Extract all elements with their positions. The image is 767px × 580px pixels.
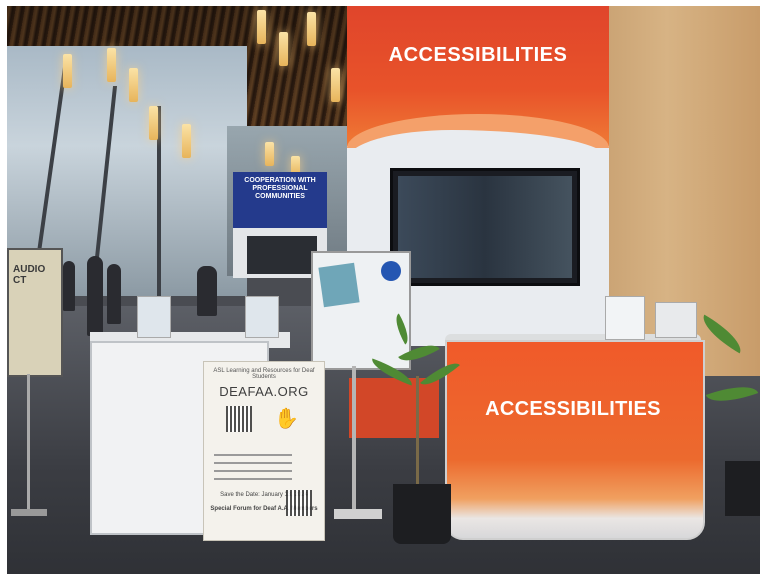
standee-pole <box>27 374 30 514</box>
person-silhouette <box>107 264 121 324</box>
tv-screen <box>398 176 572 278</box>
poster-text-line <box>214 454 292 456</box>
easel-base <box>334 509 382 519</box>
pendant-lamp <box>257 10 266 44</box>
cooperation-sign: COOPERATION WITH PROFESSIONAL COMMUNITIE… <box>233 172 327 228</box>
plant-pot <box>393 484 451 544</box>
poster-header: ASL Learning and Resources for Deaf Stud… <box>213 368 315 380</box>
easel-pole <box>352 366 356 516</box>
pendant-lamp <box>307 12 316 46</box>
easel-poster <box>311 251 411 370</box>
standee-base <box>11 509 47 516</box>
pendant-lamp <box>265 142 274 166</box>
pendant-lamp <box>182 124 191 158</box>
poster-text-line <box>214 478 292 480</box>
cooperation-tv <box>247 236 317 274</box>
left-standee-sign: AUDIO CT <box>7 248 63 377</box>
pendant-lamp <box>129 68 138 102</box>
brochure-stand <box>137 296 171 338</box>
pendant-lamp <box>331 68 340 102</box>
person-silhouette <box>87 256 103 336</box>
qr-code-icon <box>226 406 252 432</box>
qr-code-icon <box>286 490 312 516</box>
plant-trunk <box>416 376 419 486</box>
standee-text: AUDIO CT <box>13 264 46 286</box>
pendant-lamp <box>279 32 288 66</box>
brochure-stand <box>245 296 279 338</box>
tablet-stand <box>605 296 645 340</box>
pendant-lamp <box>107 48 116 82</box>
backdrop-title: ACCESSIBILITIES <box>388 44 568 66</box>
photo-scene: ACCESSIBILITIES COOPERATION WITH PROFESS… <box>7 6 760 574</box>
plant-pot <box>725 461 760 516</box>
tablet-illustration <box>318 262 360 308</box>
deafaa-poster: ASL Learning and Resources for Deaf Stud… <box>203 361 325 541</box>
hands-logo-icon: ✋ <box>274 408 299 430</box>
pendant-lamp <box>149 106 158 140</box>
reception-counter <box>445 340 705 540</box>
counter-display-box <box>655 302 697 338</box>
badge-icon <box>381 261 401 281</box>
pendant-lamp <box>63 54 72 88</box>
counter-title: ACCESSIBILITIES <box>485 398 661 420</box>
poster-title: DEAFAA.ORG <box>219 384 309 399</box>
poster-text-line <box>214 462 292 464</box>
person-silhouette <box>63 261 75 311</box>
red-seat <box>349 378 439 438</box>
poster-text-line <box>214 470 292 472</box>
person-silhouette <box>197 266 217 316</box>
